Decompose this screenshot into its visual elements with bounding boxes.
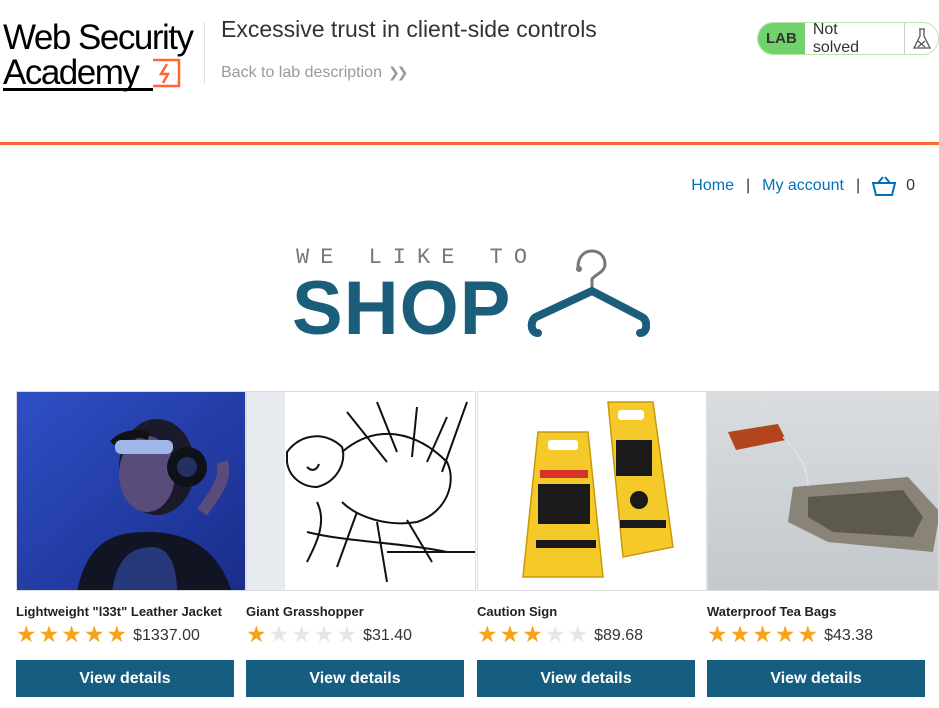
product-price: $1337.00 — [133, 627, 200, 644]
product-rating: ★ ★ ★ ★ ★ $89.68 — [477, 623, 643, 646]
header-accent-rule — [0, 142, 939, 145]
product-price: $89.68 — [594, 627, 644, 644]
product-card: Giant Grasshopper ★ ★ ★ ★ ★ $31.40 View … — [246, 391, 476, 697]
star-icon: ★ — [797, 621, 819, 647]
product-rating: ★ ★ ★ ★ ★ $43.38 — [707, 623, 873, 646]
star-icon: ★ — [707, 621, 728, 647]
product-card: Waterproof Tea Bags ★ ★ ★ ★ ★ $43.38 Vie… — [707, 391, 939, 697]
cart-link[interactable]: 0 — [872, 176, 915, 196]
star-icon: ★ — [774, 621, 796, 647]
back-to-description-link[interactable]: Back to lab description ❯❯ — [221, 64, 409, 82]
star-icon: ★ — [544, 621, 566, 647]
product-image-tea-bags[interactable] — [707, 391, 939, 591]
star-icon: ★ — [522, 621, 543, 647]
double-chevron-right-icon: ❯❯ — [387, 64, 409, 80]
nav-my-account-link[interactable]: My account — [762, 177, 844, 195]
star-icon: ★ — [729, 621, 751, 647]
nav-home-link[interactable]: Home — [691, 177, 734, 195]
star-icon: ★ — [246, 621, 267, 647]
logo-line2: Academy — [3, 53, 140, 92]
star-icon: ★ — [16, 621, 37, 647]
lab-status-widget: LAB Not solved — [757, 22, 939, 55]
star-icon: ★ — [61, 621, 82, 647]
basket-icon — [872, 176, 897, 196]
product-rating: ★ ★ ★ ★ ★ $31.40 — [246, 623, 412, 646]
logo-underline — [3, 88, 153, 91]
product-name: Caution Sign — [477, 604, 558, 619]
back-link-label: Back to lab description — [221, 64, 382, 81]
star-icon: ★ — [336, 621, 358, 647]
star-icon: ★ — [752, 621, 773, 647]
logo-line1: Web Security — [3, 18, 194, 57]
product-rating: ★ ★ ★ ★ ★ $1337.00 — [16, 623, 200, 646]
star-icon: ★ — [477, 621, 498, 647]
header-divider — [204, 22, 205, 84]
star-icon: ★ — [291, 621, 312, 647]
nav-separator: | — [855, 177, 861, 194]
star-icon: ★ — [567, 621, 589, 647]
product-image-caution-sign[interactable] — [477, 391, 707, 591]
view-details-button[interactable]: View details — [707, 660, 925, 697]
product-price: $43.38 — [824, 627, 874, 644]
view-details-button[interactable]: View details — [477, 660, 695, 697]
view-details-button[interactable]: View details — [16, 660, 234, 697]
product-name: Waterproof Tea Bags — [707, 604, 837, 619]
top-nav: Home | My account | 0 — [691, 176, 915, 196]
star-icon: ★ — [499, 621, 521, 647]
lab-badge: LAB — [758, 23, 805, 54]
product-card: Lightweight "l33t" Leather Jacket ★ ★ ★ … — [16, 391, 246, 697]
logo-bolt-icon — [153, 58, 181, 88]
banner-word: SHOP — [292, 266, 512, 351]
hanger-icon — [527, 249, 650, 337]
view-details-button[interactable]: View details — [246, 660, 464, 697]
product-name: Giant Grasshopper — [246, 604, 364, 619]
product-image-leather-jacket[interactable] — [16, 391, 246, 591]
product-image-giant-grasshopper[interactable] — [246, 391, 476, 591]
lab-title: Excessive trust in client-side controls — [221, 16, 597, 42]
nav-separator: | — [745, 177, 751, 194]
star-icon: ★ — [313, 621, 335, 647]
product-card: Caution Sign ★ ★ ★ ★ ★ $89.68 View detai… — [477, 391, 707, 697]
web-security-academy-logo[interactable]: Web Security Academy — [3, 20, 203, 92]
product-name: Lightweight "l33t" Leather Jacket — [16, 604, 222, 619]
star-icon: ★ — [38, 621, 60, 647]
lab-header: Web Security Academy Excessive trust in … — [0, 0, 939, 145]
star-icon: ★ — [83, 621, 105, 647]
lab-status-text: Not solved — [804, 23, 905, 54]
cart-count: 0 — [906, 177, 915, 194]
star-icon: ★ — [106, 621, 128, 647]
star-icon: ★ — [268, 621, 290, 647]
shop-banner: WE LIKE TO SHOP — [292, 243, 652, 351]
product-price: $31.40 — [363, 627, 413, 644]
flask-icon — [904, 23, 938, 54]
